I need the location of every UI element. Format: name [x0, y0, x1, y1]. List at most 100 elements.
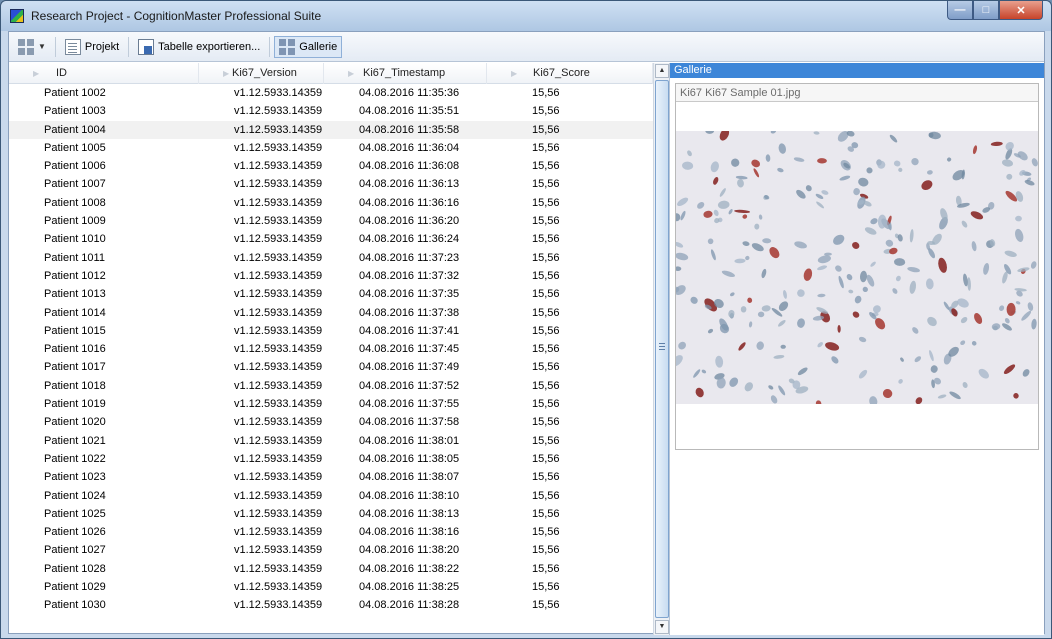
cell-id: Patient 1024 [44, 489, 106, 502]
cell-timestamp: 04.08.2016 11:35:51 [359, 105, 460, 118]
cell-timestamp: 04.08.2016 11:38:25 [359, 581, 460, 594]
sort-arrow-icon: ▶ [223, 69, 230, 78]
table-row[interactable]: Patient 1014 v1.12.5933.14359 04.08.2016 1… [9, 304, 653, 322]
toolbar-separator [128, 36, 130, 57]
cell-timestamp: 04.08.2016 11:36:08 [359, 160, 460, 173]
cell-id: Patient 1025 [44, 507, 106, 520]
sample-image-thumbnail[interactable] [671, 128, 1038, 407]
table-row[interactable]: Patient 1002 v1.12.5933.14359 04.08.2016 1… [9, 84, 653, 102]
table-row[interactable]: Patient 1016 v1.12.5933.14359 04.08.2016 1… [9, 340, 653, 358]
cell-score: 15,56 [532, 544, 560, 557]
table-row[interactable]: Patient 1027 v1.12.5933.14359 04.08.2016 1… [9, 541, 653, 559]
cell-score: 15,56 [532, 361, 560, 374]
gallery-item[interactable]: Ki67 Ki67 Sample 01.jpg [671, 83, 1039, 450]
vertical-scrollbar[interactable]: ▲ ▼ [653, 63, 669, 635]
cell-score: 15,56 [532, 160, 560, 173]
table-row[interactable]: Patient 1008 v1.12.5933.14359 04.08.2016 1… [9, 194, 653, 212]
cell-id: Patient 1027 [44, 544, 106, 557]
cell-score: 15,56 [532, 288, 560, 301]
window-title: Research Project - CognitionMaster Profe… [31, 9, 322, 23]
table-row[interactable]: Patient 1029 v1.12.5933.14359 04.08.2016 1… [9, 578, 653, 596]
cell-version: v1.12.5933.14359 [234, 269, 323, 282]
cell-id: Patient 1023 [44, 471, 106, 484]
cell-id: Patient 1017 [44, 361, 106, 374]
cell-timestamp: 04.08.2016 11:38:05 [359, 452, 460, 465]
close-button[interactable]: ✕ [999, 1, 1043, 20]
cell-score: 15,56 [532, 87, 560, 99]
table-row[interactable]: Patient 1028 v1.12.5933.14359 04.08.2016 1… [9, 560, 653, 578]
table-row[interactable]: Patient 1015 v1.12.5933.14359 04.08.2016 1… [9, 322, 653, 340]
table-row[interactable]: Patient 1011 v1.12.5933.14359 04.08.2016 1… [9, 249, 653, 267]
nucleus [740, 306, 747, 313]
column-header-ki67-score[interactable]: ▶ Ki67_Score [487, 63, 653, 84]
cell-timestamp: 04.08.2016 11:38:07 [359, 471, 460, 484]
gallery-toggle-button[interactable]: Gallerie [274, 35, 343, 58]
projekt-button[interactable]: Projekt [60, 36, 124, 58]
table-row[interactable]: Patient 1009 v1.12.5933.14359 04.08.2016 1… [9, 212, 653, 230]
gallery-item-caption: Ki67 Ki67 Sample 01.jpg [676, 84, 1038, 102]
table-row[interactable]: Patient 1030 v1.12.5933.14359 04.08.2016 1… [9, 596, 653, 614]
scroll-down-button[interactable]: ▼ [655, 620, 669, 634]
cell-score: 15,56 [532, 251, 560, 264]
cell-score: 15,56 [532, 562, 560, 575]
table-row[interactable]: Patient 1019 v1.12.5933.14359 04.08.2016 1… [9, 395, 653, 413]
title-bar[interactable]: Research Project - CognitionMaster Profe… [1, 1, 1051, 31]
cell-score: 15,56 [532, 105, 560, 118]
chevron-down-icon: ▼ [38, 42, 46, 51]
table-row[interactable]: Patient 1024 v1.12.5933.14359 04.08.2016 1… [9, 487, 653, 505]
table-row[interactable]: Patient 1022 v1.12.5933.14359 04.08.2016 1… [9, 450, 653, 468]
scroll-thumb[interactable] [655, 80, 669, 618]
table-row[interactable]: Patient 1023 v1.12.5933.14359 04.08.2016 1… [9, 468, 653, 486]
minimize-button[interactable]: — [947, 1, 973, 20]
table-row[interactable]: Patient 1010 v1.12.5933.14359 04.08.2016 1… [9, 230, 653, 248]
gallery-label: Gallerie [299, 40, 338, 53]
document-icon [64, 38, 81, 55]
table-row[interactable]: Patient 1004 v1.12.5933.14359 04.08.2016 1… [9, 120, 653, 139]
cell-score: 15,56 [532, 471, 560, 484]
toolbar-separator [54, 36, 56, 57]
cell-version: v1.12.5933.14359 [234, 507, 323, 520]
cell-id: Patient 1007 [44, 178, 106, 191]
gallery-panel: Gallerie Ki67 Ki67 Sample 01.jpg [669, 63, 1044, 635]
cell-version: v1.12.5933.14359 [234, 196, 323, 209]
column-header-id[interactable]: ▶ ID [9, 63, 199, 84]
maximize-button[interactable]: □ [973, 1, 999, 20]
table-row[interactable]: Patient 1017 v1.12.5933.14359 04.08.2016 1… [9, 358, 653, 376]
table-row[interactable]: Patient 1026 v1.12.5933.14359 04.08.2016 1… [9, 523, 653, 541]
toolbar-separator [269, 36, 271, 57]
cell-score: 15,56 [532, 233, 560, 246]
cell-score: 15,56 [532, 398, 560, 411]
cell-version: v1.12.5933.14359 [234, 178, 323, 191]
table-row[interactable]: Patient 1025 v1.12.5933.14359 04.08.2016 1… [9, 505, 653, 523]
cell-score: 15,56 [532, 434, 560, 447]
cell-version: v1.12.5933.14359 [234, 215, 323, 228]
cell-version: v1.12.5933.14359 [234, 141, 323, 154]
cell-version: v1.12.5933.14359 [234, 416, 323, 429]
table-row[interactable]: Patient 1013 v1.12.5933.14359 04.08.2016 1… [9, 285, 653, 303]
cell-id: Patient 1012 [44, 269, 106, 282]
scroll-up-button[interactable]: ▲ [655, 64, 669, 78]
column-header-ki67-timestamp[interactable]: ▶ Ki67_Timestamp [324, 63, 487, 84]
cell-id: Patient 1021 [44, 434, 106, 447]
layout-dropdown-button[interactable]: ▼ [13, 36, 51, 58]
table-row[interactable]: Patient 1007 v1.12.5933.14359 04.08.2016 1… [9, 175, 653, 193]
cell-timestamp: 04.08.2016 11:38:10 [359, 489, 460, 502]
table-row[interactable]: Patient 1006 v1.12.5933.14359 04.08.2016 1… [9, 157, 653, 175]
table-row[interactable]: Patient 1005 v1.12.5933.14359 04.08.2016 1… [9, 139, 653, 157]
cell-score: 15,56 [532, 507, 560, 520]
export-table-button[interactable]: Tabelle exportieren... [133, 36, 265, 58]
cell-version: v1.12.5933.14359 [234, 471, 323, 484]
cell-id: Patient 1011 [44, 251, 105, 264]
cell-id: Patient 1006 [44, 160, 106, 173]
cell-version: v1.12.5933.14359 [234, 452, 323, 465]
table-row[interactable]: Patient 1003 v1.12.5933.14359 04.08.2016 1… [9, 102, 653, 120]
column-header-ki67-version[interactable]: ▶ Ki67_Version [199, 63, 324, 84]
cell-score: 15,56 [532, 306, 560, 319]
table-row[interactable]: Patient 1020 v1.12.5933.14359 04.08.2016 1… [9, 413, 653, 431]
cell-id: Patient 1030 [44, 599, 106, 612]
table-row[interactable]: Patient 1018 v1.12.5933.14359 04.08.2016 1… [9, 377, 653, 395]
table-row[interactable]: Patient 1012 v1.12.5933.14359 04.08.2016 1… [9, 267, 653, 285]
table-row[interactable]: Patient 1021 v1.12.5933.14359 04.08.2016 1… [9, 432, 653, 450]
cell-timestamp: 04.08.2016 11:36:04 [359, 141, 460, 154]
cell-version: v1.12.5933.14359 [234, 343, 323, 356]
